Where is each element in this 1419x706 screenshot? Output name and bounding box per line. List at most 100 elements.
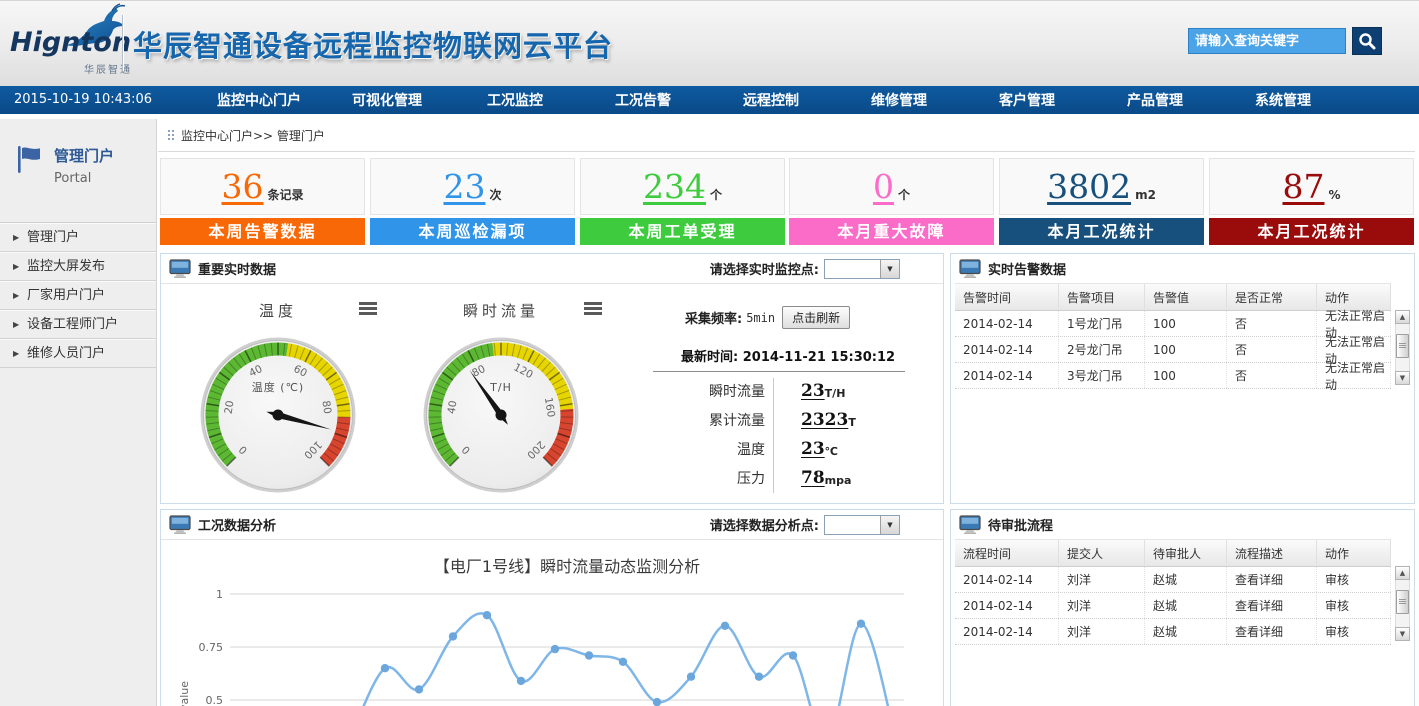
collect-frequency: 采集频率: 5min 点击刷新	[685, 306, 850, 329]
column-header: 待审批人	[1145, 540, 1227, 566]
nav-item[interactable]: 维修管理	[835, 90, 963, 110]
logo-text: Hignton	[10, 27, 131, 58]
table-cell[interactable]: 查看详细	[1227, 593, 1317, 618]
table-cell[interactable]: 审核	[1317, 567, 1391, 592]
table-cell[interactable]: 查看详细	[1227, 619, 1317, 644]
table-cell: 赵城	[1145, 567, 1227, 592]
stat-value: 36	[221, 167, 263, 206]
chevron-down-icon: ▼	[880, 260, 899, 278]
stat-label: 本月工况统计	[1209, 218, 1414, 245]
stat-unit: m2	[1135, 188, 1156, 202]
monitor-icon	[169, 515, 191, 534]
stat-card[interactable]: 234个本周工单受理	[580, 158, 785, 247]
table-cell[interactable]: 审核	[1317, 593, 1391, 618]
realtime-value: 78	[801, 468, 825, 488]
stat-unit: 个	[898, 186, 910, 203]
sidebar-item[interactable]: ▶厂家用户门户	[0, 281, 156, 310]
search-button[interactable]	[1352, 27, 1382, 55]
table-row[interactable]: 2014-02-14刘洋赵城查看详细审核	[955, 619, 1391, 645]
nav-item[interactable]: 远程控制	[707, 90, 835, 110]
stat-card[interactable]: 87%本月工况统计	[1209, 158, 1414, 247]
stat-card[interactable]: 0个本月重大故障	[789, 158, 994, 247]
realtime-value-row: 压力78mpa	[653, 463, 905, 492]
svg-text:0.75: 0.75	[199, 641, 224, 654]
gauge-title-flow: 瞬时流量	[441, 300, 561, 321]
table-row[interactable]: 2014-02-14刘洋赵城查看详细审核	[955, 567, 1391, 593]
arrow-right-icon: ▶	[13, 253, 19, 280]
column-header: 是否正常	[1227, 284, 1317, 310]
table-cell: 否	[1227, 363, 1317, 388]
nav-item[interactable]: 客户管理	[963, 90, 1091, 110]
temperature-gauge: 020406080100温度 (℃)	[198, 335, 358, 495]
stat-value: 0	[873, 167, 894, 206]
app-header: Hignton 华辰智通 华辰智通设备远程监控物联网云平台	[0, 1, 1419, 87]
table-row[interactable]: 2014-02-143号龙门吊100否无法正常启动	[955, 363, 1391, 389]
scrollbar[interactable]: ▲▼	[1395, 566, 1410, 641]
panel-header: 待审批流程	[951, 510, 1414, 539]
nav-item[interactable]: 可视化管理	[323, 90, 451, 110]
flow-gauge: 04080120160200T/H	[421, 335, 581, 495]
scroll-thumb[interactable]	[1396, 590, 1409, 614]
stat-card[interactable]: 36条记录本周告警数据	[160, 158, 365, 247]
table-cell[interactable]: 审核	[1317, 619, 1391, 644]
gauge-menu-icon[interactable]	[584, 302, 602, 317]
sidebar-item[interactable]: ▶维修人员门户	[0, 339, 156, 368]
analysis-point-select[interactable]: ▼	[824, 515, 900, 535]
portal-title: 管理门户	[54, 145, 114, 166]
stat-value: 23	[443, 167, 485, 206]
monitor-point-select[interactable]: ▼	[824, 259, 900, 279]
search-input[interactable]	[1188, 28, 1346, 54]
sidebar-item[interactable]: ▶监控大屏发布	[0, 252, 156, 281]
gauge-title-temperature: 温度	[218, 300, 338, 321]
column-header: 流程描述	[1227, 540, 1317, 566]
nav-item[interactable]: 系统管理	[1219, 90, 1347, 110]
page: Hignton 华辰智通 华辰智通设备远程监控物联网云平台 2015-10-19…	[0, 0, 1419, 706]
nav-item[interactable]: 工况监控	[451, 90, 579, 110]
sidebar-item[interactable]: ▶管理门户	[0, 223, 156, 252]
scroll-up-icon[interactable]: ▲	[1395, 310, 1410, 324]
site-title: 华辰智通设备远程监控物联网云平台	[133, 23, 613, 65]
arrow-right-icon: ▶	[13, 340, 19, 367]
realtime-value: 23	[801, 381, 825, 401]
stat-card[interactable]: 3802m2本月工况统计	[999, 158, 1204, 247]
table-row[interactable]: 2014-02-14刘洋赵城查看详细审核	[955, 593, 1391, 619]
column-header: 流程时间	[955, 540, 1059, 566]
table-cell: 赵城	[1145, 619, 1227, 644]
scroll-thumb[interactable]	[1396, 334, 1409, 358]
alarm-table: 告警时间告警项目告警值是否正常动作2014-02-141号龙门吊100否无法正常…	[955, 283, 1391, 389]
svg-text:80: 80	[319, 400, 333, 415]
scroll-down-icon[interactable]: ▼	[1395, 627, 1410, 641]
refresh-button[interactable]: 点击刷新	[782, 306, 850, 329]
column-header: 告警时间	[955, 284, 1059, 310]
breadcrumb[interactable]: 监控中心门户>> 管理门户	[158, 119, 1415, 152]
monitor-icon	[959, 259, 981, 278]
gauge-menu-icon[interactable]	[359, 302, 377, 317]
table-cell: 否	[1227, 311, 1317, 336]
svg-text:【电厂1号线】瞬时流量动态监测分析: 【电厂1号线】瞬时流量动态监测分析	[434, 557, 700, 576]
stat-card[interactable]: 23次本周巡检漏项	[370, 158, 575, 247]
panel-title: 待审批流程	[988, 515, 1053, 534]
stat-value: 87	[1282, 167, 1324, 206]
flow-line-chart: 【电厂1号线】瞬时流量动态监测分析10.750.50.250value	[161, 546, 942, 706]
table-cell[interactable]: 查看详细	[1227, 567, 1317, 592]
nav-item[interactable]: 工况告警	[579, 90, 707, 110]
breadcrumb-text: 监控中心门户>> 管理门户	[181, 127, 325, 144]
scroll-up-icon[interactable]: ▲	[1395, 566, 1410, 580]
stats-row: 36条记录本周告警数据23次本周巡检漏项234个本周工单受理0个本月重大故障38…	[160, 158, 1415, 247]
monitor-point-label: 请选择实时监控点:	[710, 259, 819, 278]
approval-table: 流程时间提交人待审批人流程描述动作2014-02-14刘洋赵城查看详细审核201…	[955, 539, 1391, 645]
table-cell: 刘洋	[1059, 567, 1145, 592]
scroll-down-icon[interactable]: ▼	[1395, 371, 1410, 385]
nav-item[interactable]: 产品管理	[1091, 90, 1219, 110]
panel-header: 重要实时数据 请选择实时监控点: ▼	[161, 254, 943, 284]
panel-title: 实时告警数据	[988, 259, 1066, 278]
main-nav: 2015-10-19 10:43:06 监控中心门户可视化管理工况监控工况告警远…	[0, 86, 1419, 114]
stat-unit: 个	[710, 186, 722, 203]
sidebar-item[interactable]: ▶设备工程师门户	[0, 310, 156, 339]
divider	[653, 371, 905, 372]
nav-item[interactable]: 监控中心门户	[195, 90, 323, 110]
realtime-value: 23	[801, 439, 825, 459]
search-icon	[1357, 31, 1377, 51]
arrow-right-icon: ▶	[13, 311, 19, 338]
scrollbar[interactable]: ▲▼	[1395, 310, 1410, 385]
